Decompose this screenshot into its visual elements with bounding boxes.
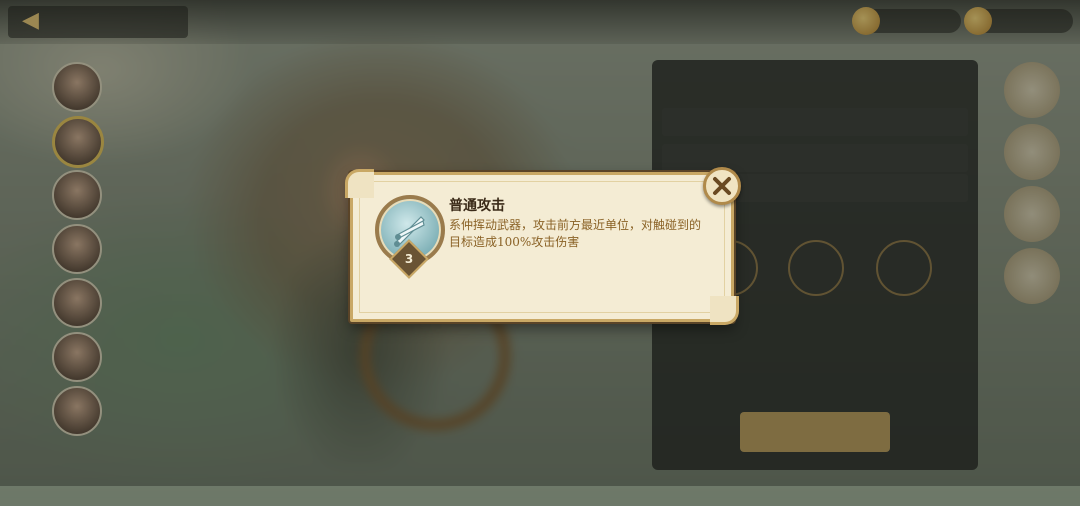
skill-name: 普通攻击	[449, 198, 505, 214]
scroll-curl-decoration	[345, 169, 374, 198]
skill-level-text: 3	[404, 252, 414, 266]
scroll-curl-decoration	[710, 296, 739, 325]
close-x-icon	[713, 177, 731, 195]
skill-description: 系仲挥动武器，攻击前方最近单位，对触碰到的目标造成100%攻击伤害	[449, 218, 702, 249]
skill-tooltip: 3 普通攻击 系仲挥动武器，攻击前方最近单位，对触碰到的目标造成100%攻击伤害	[345, 167, 741, 325]
close-button[interactable]	[703, 167, 741, 205]
